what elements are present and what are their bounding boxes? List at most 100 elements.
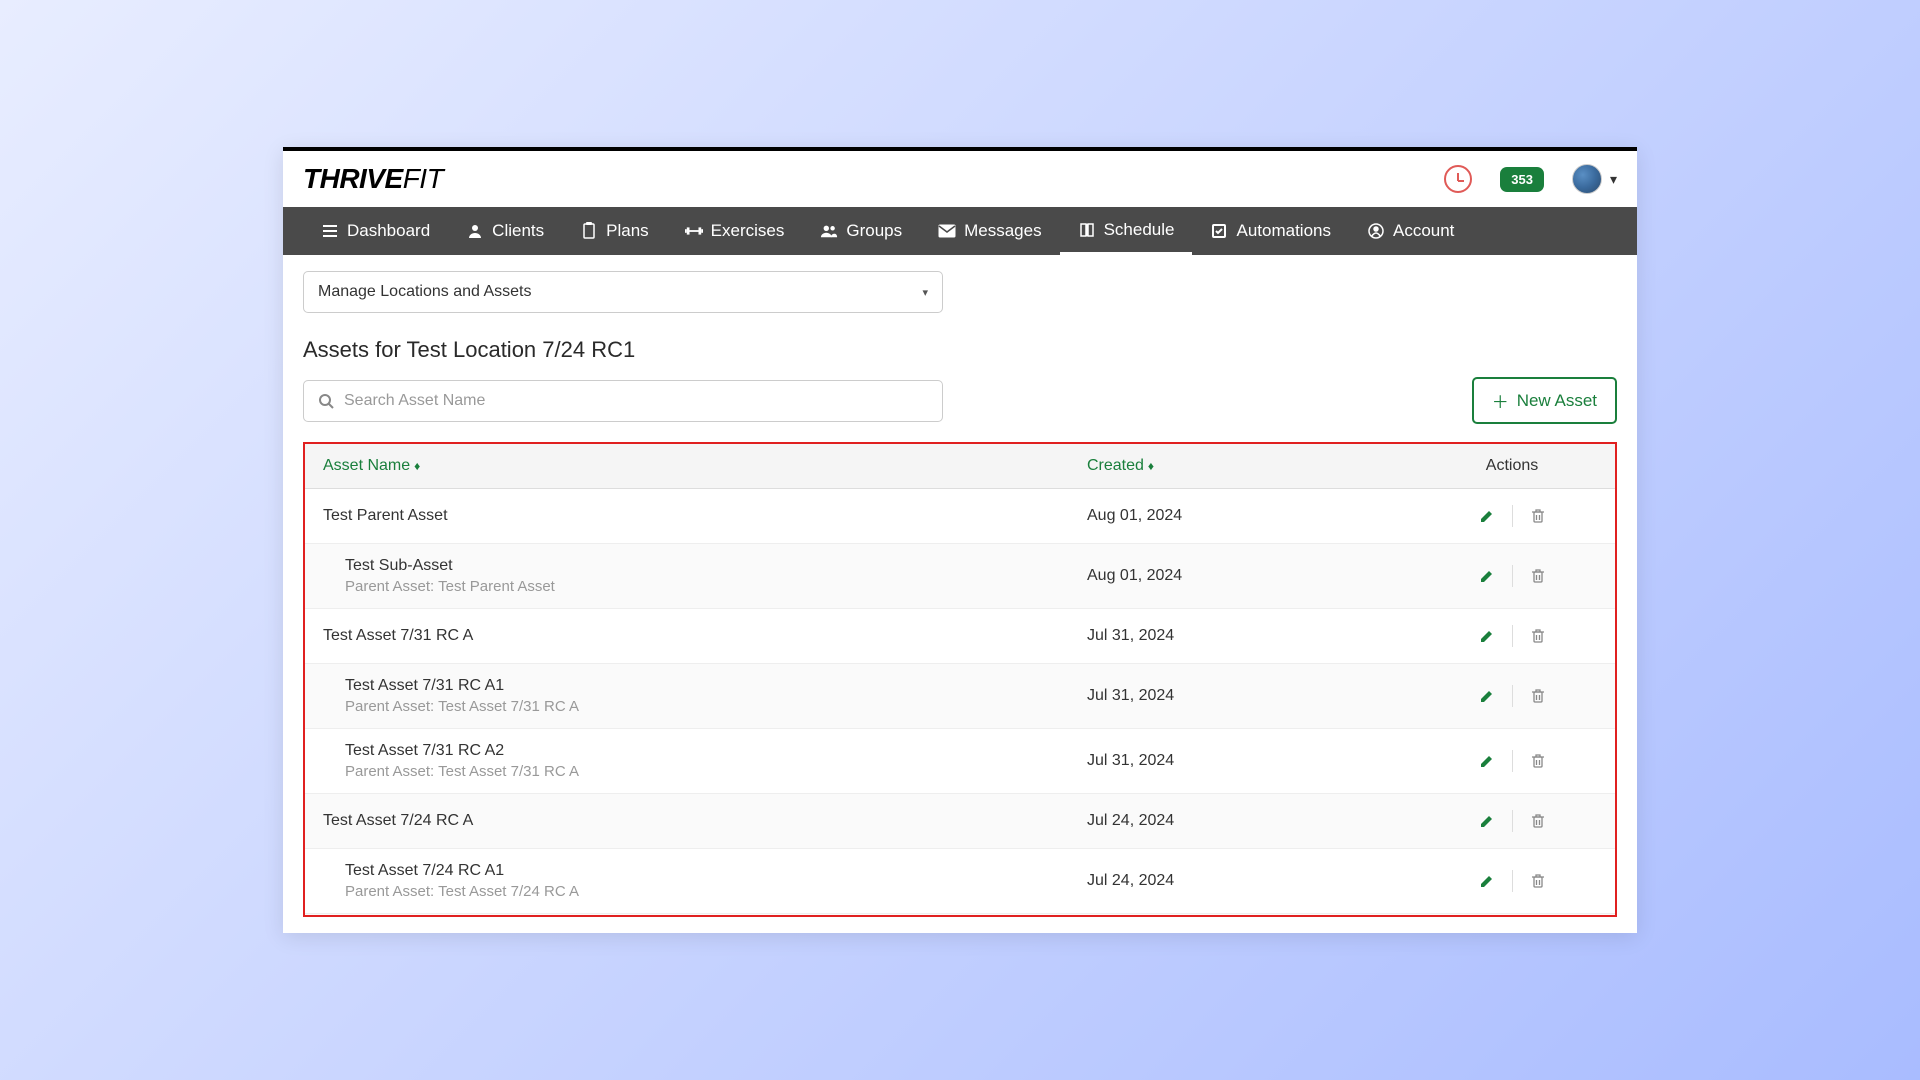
- book-icon: [1078, 221, 1096, 239]
- nav-label: Account: [1393, 221, 1454, 241]
- asset-name: Test Asset 7/24 RC A: [323, 812, 1087, 830]
- edit-button[interactable]: [1462, 502, 1512, 530]
- table-body: Test Parent AssetAug 01, 2024Test Sub-As…: [305, 489, 1615, 917]
- table-row: Test Asset 7/24 RC A1 Parent Asset: Test …: [305, 849, 1615, 914]
- delete-button[interactable]: [1513, 562, 1563, 590]
- users-icon: [820, 222, 838, 240]
- user-icon: [466, 222, 484, 240]
- asset-name: Test Asset 7/31 RC A: [323, 627, 1087, 645]
- actions-cell: [1427, 807, 1597, 835]
- actions-cell: [1427, 622, 1597, 650]
- created-cell: Jul 31, 2024: [1087, 687, 1427, 705]
- edit-button[interactable]: [1462, 747, 1512, 775]
- pencil-icon: [1479, 873, 1495, 889]
- avatar[interactable]: [1572, 164, 1602, 194]
- pencil-icon: [1479, 688, 1495, 704]
- asset-table: Asset Name♦ Created♦ Actions Test Parent…: [303, 442, 1617, 917]
- nav-label: Plans: [606, 221, 649, 241]
- created-cell: Jul 31, 2024: [1087, 752, 1427, 770]
- clock-icon[interactable]: [1444, 165, 1472, 193]
- search-input[interactable]: [344, 392, 928, 410]
- asset-name-cell: Test Asset 7/31 RC A2Parent Asset: Test …: [323, 742, 1087, 780]
- col-actions: Actions: [1427, 457, 1597, 475]
- nav-schedule[interactable]: Schedule: [1060, 207, 1193, 255]
- brand-bold: THRIVE: [303, 163, 403, 194]
- actions-cell: [1427, 747, 1597, 775]
- created-cell: Aug 01, 2024: [1087, 567, 1427, 585]
- dropdown-label: Manage Locations and Assets: [318, 283, 531, 301]
- new-asset-label: New Asset: [1517, 391, 1597, 411]
- nav-account[interactable]: Account: [1349, 207, 1472, 255]
- new-asset-button[interactable]: ＋ New Asset: [1472, 377, 1617, 424]
- nav-automations[interactable]: Automations: [1192, 207, 1349, 255]
- table-row: Test Asset 7/24 RC AJul 24, 2024: [305, 794, 1615, 849]
- trash-icon: [1531, 628, 1545, 644]
- nav-label: Schedule: [1104, 220, 1175, 240]
- actions-cell: [1427, 502, 1597, 530]
- manage-dropdown[interactable]: Manage Locations and Assets ▾: [303, 271, 943, 313]
- list-icon: [321, 222, 339, 240]
- envelope-icon: [938, 222, 956, 240]
- nav-messages[interactable]: Messages: [920, 207, 1059, 255]
- created-cell: Jul 31, 2024: [1087, 627, 1427, 645]
- created-cell: Aug 01, 2024: [1087, 507, 1427, 525]
- trash-icon: [1531, 753, 1545, 769]
- pencil-icon: [1479, 508, 1495, 524]
- edit-button[interactable]: [1462, 867, 1512, 895]
- app-window: THRIVEFIT 353 ▾ Dashboard Clients Plans Exe…: [283, 147, 1637, 933]
- delete-button[interactable]: [1513, 682, 1563, 710]
- nav-groups[interactable]: Groups: [802, 207, 920, 255]
- plus-icon: ＋: [1492, 388, 1509, 413]
- trash-icon: [1531, 688, 1545, 704]
- table-row: Test Asset 7/31 RC A2Parent Asset: Test …: [305, 729, 1615, 794]
- nav-clients[interactable]: Clients: [448, 207, 562, 255]
- asset-name: Test Sub-Asset: [345, 557, 1087, 575]
- edit-button[interactable]: [1462, 807, 1512, 835]
- main-nav: Dashboard Clients Plans Exercises Groups Mess…: [283, 207, 1637, 255]
- notification-badge[interactable]: 353: [1500, 167, 1544, 192]
- search-box[interactable]: [303, 380, 943, 422]
- nav-exercises[interactable]: Exercises: [667, 207, 803, 255]
- search-icon: [318, 393, 334, 409]
- trash-icon: [1531, 508, 1545, 524]
- check-square-icon: [1210, 222, 1228, 240]
- parent-asset-label: Parent Asset: Test Asset 7/31 RC A: [345, 698, 1087, 715]
- pencil-icon: [1479, 813, 1495, 829]
- edit-button[interactable]: [1462, 562, 1512, 590]
- delete-button[interactable]: [1513, 867, 1563, 895]
- brand-logo: THRIVEFIT: [303, 163, 443, 195]
- col-asset-name[interactable]: Asset Name♦: [323, 457, 1087, 475]
- nav-dashboard[interactable]: Dashboard: [303, 207, 448, 255]
- circle-user-icon: [1367, 222, 1385, 240]
- table-row: Test Asset 7/31 RC A1Parent Asset: Test …: [305, 664, 1615, 729]
- asset-name-cell: Test Asset 7/24 RC A: [323, 812, 1087, 830]
- nav-label: Groups: [846, 221, 902, 241]
- actions-cell: [1427, 562, 1597, 590]
- edit-button[interactable]: [1462, 622, 1512, 650]
- header: THRIVEFIT 353 ▾: [283, 151, 1637, 207]
- sort-icon: ♦: [1148, 459, 1154, 473]
- edit-button[interactable]: [1462, 682, 1512, 710]
- asset-name: Test Asset 7/24 RC A1: [345, 862, 1087, 880]
- actions-cell: [1427, 682, 1597, 710]
- col-created[interactable]: Created♦: [1087, 457, 1427, 475]
- clipboard-icon: [580, 222, 598, 240]
- delete-button[interactable]: [1513, 622, 1563, 650]
- asset-name-cell: Test Asset 7/31 RC A: [323, 627, 1087, 645]
- chevron-down-icon[interactable]: ▾: [1610, 171, 1617, 188]
- pencil-icon: [1479, 628, 1495, 644]
- nav-label: Exercises: [711, 221, 785, 241]
- nav-plans[interactable]: Plans: [562, 207, 667, 255]
- asset-name-cell: Test Asset 7/24 RC A1 Parent Asset: Test …: [323, 862, 1087, 900]
- trash-icon: [1531, 813, 1545, 829]
- table-row: Test Asset 7/31 RC AJul 31, 2024: [305, 609, 1615, 664]
- caret-down-icon: ▾: [922, 286, 928, 299]
- delete-button[interactable]: [1513, 807, 1563, 835]
- asset-name-cell: Test Asset 7/31 RC A1Parent Asset: Test …: [323, 677, 1087, 715]
- delete-button[interactable]: [1513, 502, 1563, 530]
- content: Manage Locations and Assets ▾ Assets for…: [283, 255, 1637, 933]
- nav-label: Dashboard: [347, 221, 430, 241]
- delete-button[interactable]: [1513, 747, 1563, 775]
- created-cell: Jul 24, 2024: [1087, 872, 1427, 890]
- parent-asset-label: Parent Asset: Test Asset 7/24 RC A: [345, 883, 1087, 900]
